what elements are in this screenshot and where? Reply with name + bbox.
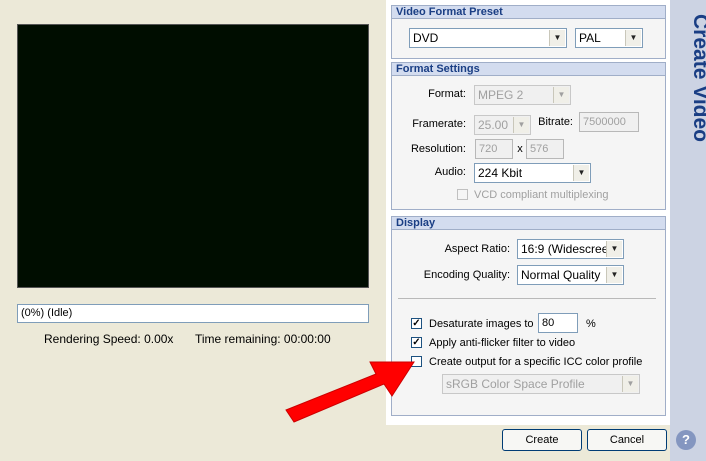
resolution-separator: x [517,143,523,155]
video-preview [17,24,369,288]
audio-label: Audio: [434,166,466,178]
vcd-checkbox [457,189,468,200]
select-value: sRGB Color Space Profile [446,377,585,391]
desaturate-label: Desaturate images to [429,318,534,330]
red-arrow-annotation [285,361,415,423]
preset-standard-select[interactable]: PAL ▼ [575,28,643,48]
antiflicker-label: Apply anti-flicker filter to video [429,337,576,349]
progress-text: (0%) (Idle) [21,307,73,319]
icc-label: Create output for a specific ICC color p… [429,356,643,368]
select-value: PAL [579,31,601,45]
framerate-select: 25.00 ▼ [474,115,531,135]
resolution-width-input: 720 [475,139,513,159]
cancel-button[interactable]: Cancel [587,429,667,451]
resolution-label: Resolution: [410,143,466,155]
group-header: Video Format Preset [392,6,665,19]
encoding-quality-select[interactable]: Normal Quality ▼ [517,265,624,285]
desaturate-input[interactable]: 80 [538,313,578,333]
select-value: Normal Quality [521,268,601,282]
create-button[interactable]: Create [502,429,582,451]
help-icon[interactable]: ? [676,430,696,450]
select-value: 16:9 (Widescree [521,242,609,256]
select-value: DVD [413,31,439,45]
divider [398,298,656,299]
group-header: Format Settings [392,63,665,76]
icc-profile-select: sRGB Color Space Profile ▼ [442,374,640,394]
checkmark-icon: ✓ [412,337,421,348]
chevron-down-icon: ▼ [606,267,622,283]
group-header: Display [392,217,665,230]
select-value: 25.00 [478,118,509,132]
bitrate-input: 7500000 [579,112,639,132]
audio-select[interactable]: 224 Kbit ▼ [474,163,591,183]
chevron-down-icon: ▼ [625,30,641,46]
desaturate-unit: % [586,318,596,330]
aspect-ratio-label: Aspect Ratio: [444,243,510,255]
chevron-down-icon: ▼ [549,30,565,46]
antiflicker-checkbox[interactable]: ✓ [411,337,422,348]
chevron-down-icon: ▼ [606,241,622,257]
chevron-down-icon: ▼ [553,87,569,103]
time-remaining: Time remaining: 00:00:00 [195,332,331,346]
select-value: MPEG 2 [478,88,524,102]
framerate-label: Framerate: [412,118,466,130]
desaturate-checkbox[interactable]: ✓ [411,318,422,329]
chevron-down-icon: ▼ [513,117,529,133]
encoding-quality-label: Encoding Quality: [423,269,510,281]
rendering-speed: Rendering Speed: 0.00x [44,332,174,346]
format-select: MPEG 2 ▼ [474,85,571,105]
aspect-ratio-select[interactable]: 16:9 (Widescree ▼ [517,239,624,259]
side-title-text: Create Video [689,14,706,142]
select-value: 224 Kbit [478,166,523,180]
chevron-down-icon: ▼ [573,165,589,181]
checkmark-icon: ✓ [412,318,421,329]
format-label: Format: [428,88,466,100]
chevron-down-icon: ▼ [622,376,638,392]
bitrate-label: Bitrate: [538,116,573,128]
side-title: Create Video [689,14,706,142]
vcd-label: VCD compliant multiplexing [474,189,609,201]
preset-format-select[interactable]: DVD ▼ [409,28,567,48]
progress-bar: (0%) (Idle) [17,304,369,323]
resolution-height-input: 576 [526,139,564,159]
